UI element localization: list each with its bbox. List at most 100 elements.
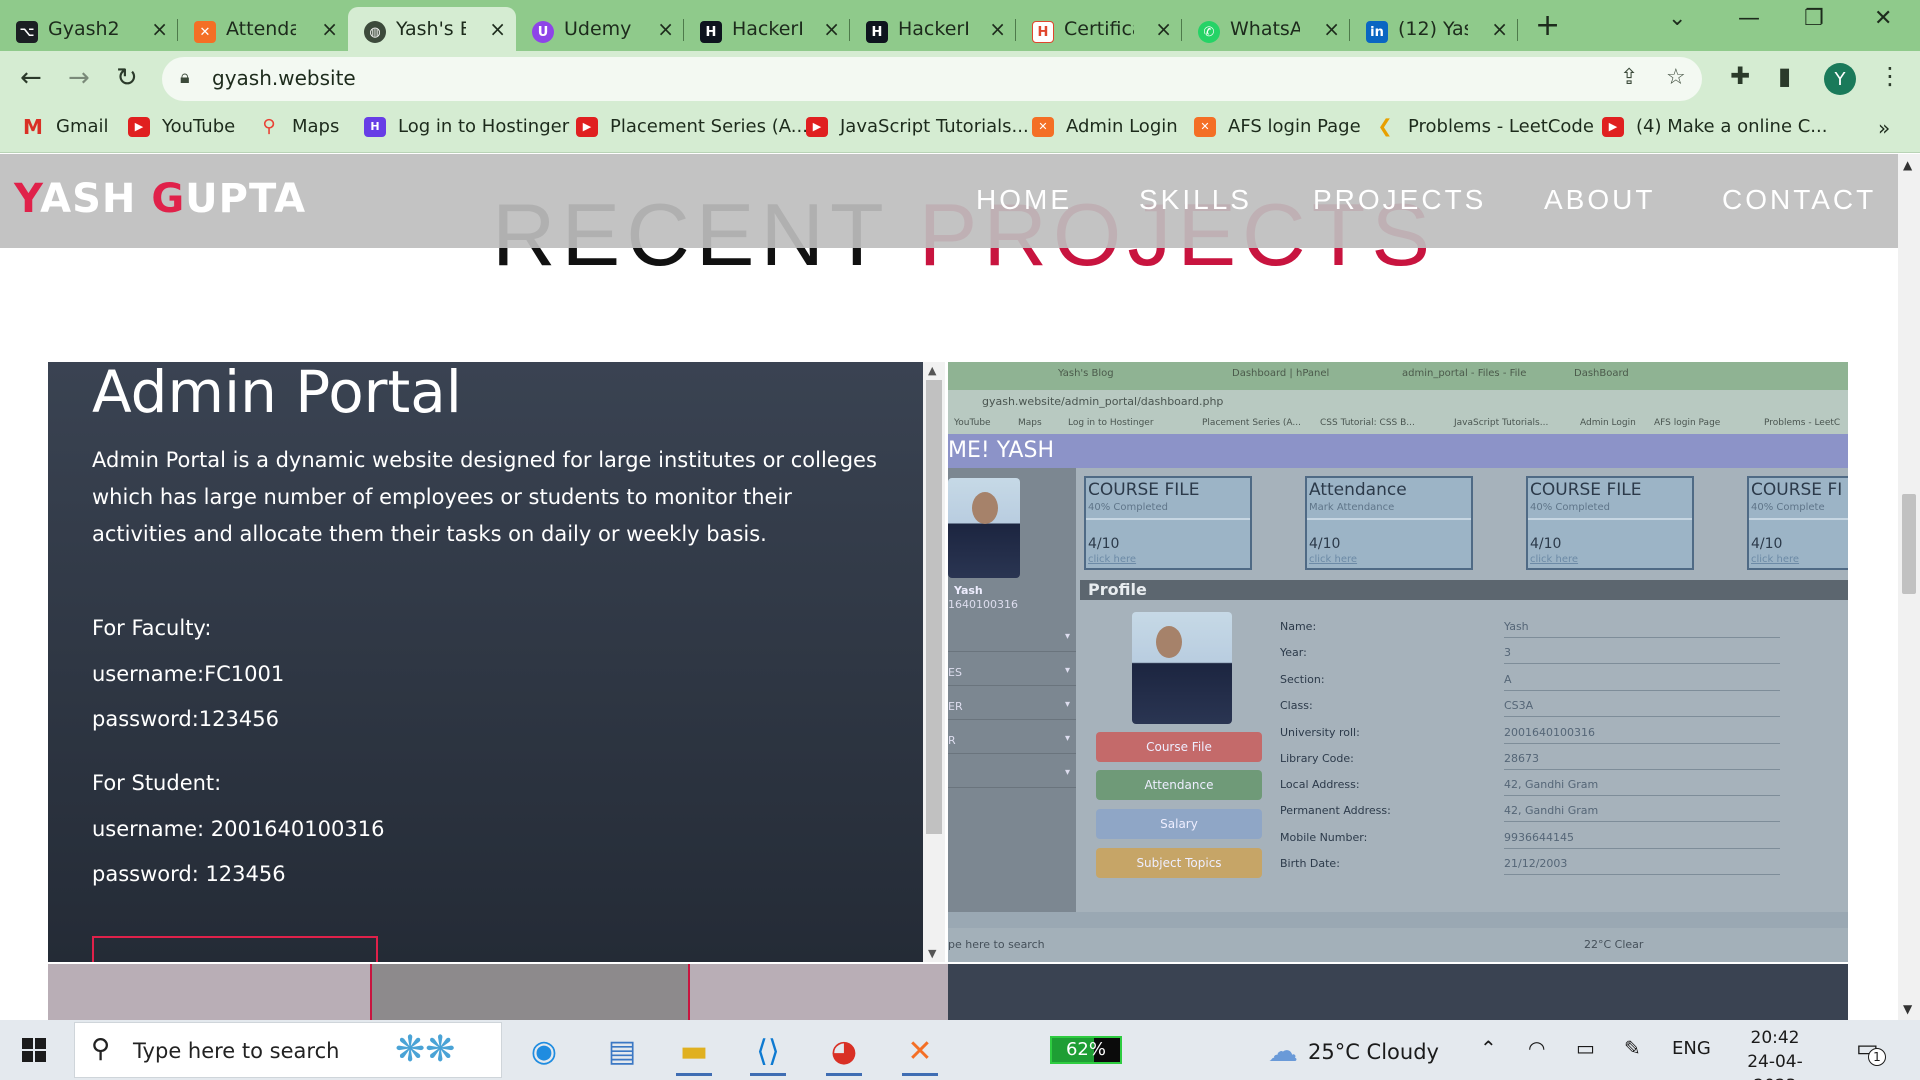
vscode-icon[interactable]: ⟨⟩ (740, 1026, 796, 1076)
star-icon[interactable]: ☆ (1666, 65, 1686, 90)
bookmark-gmail[interactable]: M Gmail (22, 115, 108, 139)
menu-kebab-icon[interactable]: ⋮ (1878, 62, 1902, 90)
youtube-icon: ▶ (806, 116, 828, 137)
bookmark-admin-login[interactable]: ✕ Admin Login (1032, 116, 1178, 137)
python-icon[interactable]: ▤ (594, 1026, 650, 1076)
forward-arrow-icon[interactable]: → (68, 63, 90, 93)
edge-icon[interactable]: ◉ (516, 1026, 572, 1076)
preview-card-count: 4/10 (1088, 536, 1120, 552)
language-indicator[interactable]: ENG (1672, 1038, 1711, 1059)
tab-title: Certificat (1064, 18, 1134, 40)
close-icon[interactable]: × (989, 17, 1006, 41)
bookmark-javascript-tutorials[interactable]: ▶ JavaScript Tutorials... (806, 116, 1029, 137)
nav-contact[interactable]: CONTACT (1722, 184, 1876, 216)
card-scrollbar-thumb[interactable] (926, 380, 942, 834)
browser-tab[interactable]: H HackerRa × (684, 7, 850, 51)
preview-field-label: Library Code: (1280, 752, 1354, 765)
tab-title: HackerRa (898, 18, 968, 40)
scroll-up-arrow-icon[interactable]: ▲ (1903, 158, 1912, 172)
preview-card-count: 4/10 (1751, 536, 1783, 552)
nav-projects[interactable]: PROJECTS (1313, 184, 1486, 216)
weather-widget[interactable]: ☁ 25°C Cloudy (1268, 1034, 1439, 1069)
preview-side-roll: 1640100316 (948, 598, 1018, 611)
project-link-button[interactable] (92, 936, 378, 962)
preview-card: COURSE FILE 40% Completed 4/10 click here (1526, 476, 1694, 570)
file-explorer-icon[interactable]: ▬ (666, 1026, 722, 1076)
close-icon[interactable]: × (1323, 17, 1340, 41)
nav-skills[interactable]: SKILLS (1139, 184, 1252, 216)
card-scrollbar[interactable]: ▲ ▼ (923, 362, 945, 962)
site-logo[interactable]: YASH GUPTA (14, 176, 306, 222)
scroll-down-arrow-icon[interactable]: ▼ (1903, 1002, 1912, 1016)
preview-field-label: Permanent Address: (1280, 804, 1391, 817)
preview-sidebar: Yash 1640100316 ES ER R (948, 468, 1076, 912)
side-panel-icon[interactable]: ▮ (1778, 62, 1791, 90)
back-arrow-icon[interactable]: ← (20, 63, 42, 93)
bookmarks-overflow-chevron: » (1878, 116, 1891, 140)
xampp-icon[interactable]: ✕ (892, 1026, 948, 1076)
close-icon[interactable]: × (321, 17, 338, 41)
preview-bookmark: CSS Tutorial: CSS B... (1320, 418, 1415, 428)
battery-widget[interactable]: 62% (1050, 1036, 1122, 1064)
taskbar-search-box[interactable]: ⚲ Type here to search ❋❋ (74, 1022, 502, 1078)
nav-about[interactable]: ABOUT (1544, 184, 1655, 216)
xampp-icon: ✕ (194, 21, 216, 43)
chrome-icon[interactable]: ◕ (816, 1026, 872, 1076)
bookmarks-overflow-button[interactable]: » (1878, 116, 1890, 140)
browser-tab[interactable]: H Certificat × (1016, 7, 1182, 51)
preview-field-label: Year: (1280, 646, 1307, 659)
preview-bookmark: Placement Series (A... (1202, 418, 1301, 428)
battery-icon[interactable]: ▭ (1576, 1036, 1595, 1060)
close-icon[interactable]: × (1155, 17, 1172, 41)
url-text[interactable]: gyash.website (212, 66, 356, 90)
page-scrollbar-thumb[interactable] (1902, 494, 1916, 594)
browser-tab-active[interactable]: ◍ Yash's Blo × (348, 7, 516, 51)
bookmark-placement-series[interactable]: ▶ Placement Series (A... (576, 116, 808, 137)
browser-tab[interactable]: ✆ WhatsAp × (1182, 7, 1350, 51)
browser-tab[interactable]: ✕ Attendar × (178, 7, 348, 51)
preview-card-sub: 40% Completed (1088, 502, 1168, 513)
scroll-up-arrow-icon[interactable]: ▲ (928, 364, 936, 377)
close-window-button[interactable]: ✕ (1874, 6, 1892, 31)
browser-tab[interactable]: in (12) Yash × (1350, 7, 1518, 51)
network-icon[interactable]: ◠ (1528, 1036, 1545, 1060)
next-project-row (48, 964, 1848, 1020)
profile-avatar[interactable]: Y (1824, 63, 1856, 95)
bookmark-label: Log in to Hostinger (398, 116, 570, 137)
bookmark-hostinger[interactable]: H Log in to Hostinger (364, 116, 569, 137)
preview-field-label: Section: (1280, 673, 1325, 686)
scroll-down-arrow-icon[interactable]: ▼ (928, 947, 936, 960)
bookmark-leetcode[interactable]: ❮ Problems - LeetCode (1374, 116, 1593, 137)
system-clock[interactable]: 20:42 24-04-2023 (1730, 1026, 1820, 1080)
browser-tab[interactable]: U Udemy C × (516, 7, 684, 51)
bookmark-make-online[interactable]: ▶ (4) Make a online C... (1602, 116, 1827, 137)
bookmark-youtube[interactable]: ▶ YouTube (128, 116, 235, 137)
nav-home[interactable]: HOME (976, 184, 1072, 216)
close-icon[interactable]: × (489, 17, 506, 41)
share-icon[interactable]: ⇪ (1620, 65, 1638, 90)
windows-start-button[interactable] (22, 1038, 46, 1062)
browser-tab[interactable]: H HackerRa × (850, 7, 1016, 51)
chevron-up-icon[interactable]: ⌃ (1480, 1036, 1497, 1060)
notification-center-button[interactable]: ▭ 1 (1856, 1034, 1886, 1066)
address-bar[interactable]: 🔒︎ gyash.website ⇪ ☆ (162, 57, 1702, 101)
lock-icon[interactable]: 🔒︎ (180, 67, 190, 88)
restore-button[interactable]: ❐ (1804, 6, 1824, 31)
student-username: username: 2001640100316 (92, 817, 385, 841)
close-icon[interactable]: × (1491, 17, 1508, 41)
browser-tab[interactable]: ⌥ Gyash21 × (0, 7, 178, 51)
close-icon[interactable]: × (657, 17, 674, 41)
extensions-icon[interactable]: ✚ (1730, 62, 1750, 90)
bookmark-maps[interactable]: ⚲ Maps (258, 116, 339, 137)
bookmark-afs-login[interactable]: ✕ AFS login Page (1194, 116, 1361, 137)
pen-icon[interactable]: ✎ (1624, 1036, 1641, 1060)
minimize-button[interactable]: — (1738, 6, 1760, 31)
tab-search-icon[interactable]: ⌄ (1668, 6, 1686, 31)
page-scrollbar[interactable]: ▲ ▼ (1898, 154, 1920, 1020)
reload-icon[interactable]: ↻ (116, 63, 138, 93)
close-icon[interactable]: × (151, 17, 168, 41)
taskbar-search-placeholder: Type here to search (133, 1039, 340, 1063)
new-tab-button[interactable]: + (1535, 8, 1560, 43)
globe-icon: ◍ (364, 21, 386, 43)
close-icon[interactable]: × (823, 17, 840, 41)
